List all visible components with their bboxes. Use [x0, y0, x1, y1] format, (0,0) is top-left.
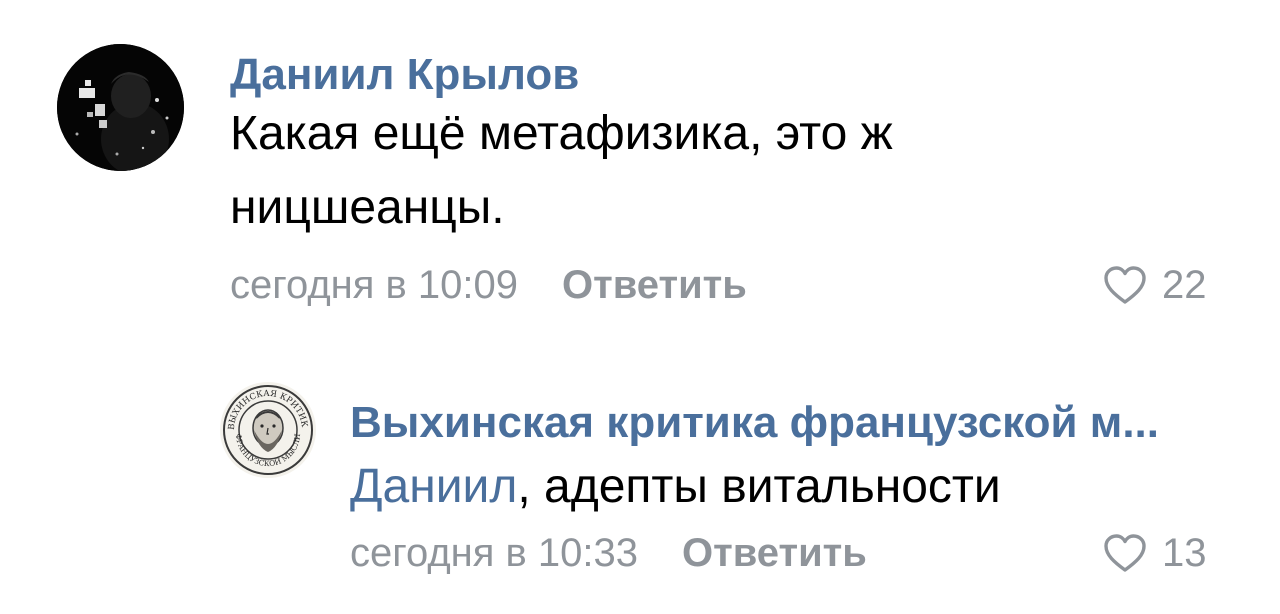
- like-count: 22: [1162, 262, 1207, 307]
- comment-text-body: , адепты витальности: [517, 460, 1001, 513]
- community-logo-seal: ВЫХИНСКАЯ КРИТИКА ФРАНЦУЗСКОЙ МЫСЛИ: [220, 382, 315, 477]
- avatar[interactable]: [57, 44, 184, 171]
- like-count: 13: [1162, 530, 1207, 575]
- avatar[interactable]: ВЫХИНСКАЯ КРИТИКА ФРАНЦУЗСКОЙ МЫСЛИ: [220, 382, 316, 478]
- comment-text: Какая ещё метафизика, это ж ницшеанцы.: [230, 107, 893, 234]
- comment-author[interactable]: Выхинская критика французской м...: [350, 398, 1220, 448]
- heart-outline-icon: [1104, 266, 1146, 304]
- like-button[interactable]: 13: [1102, 528, 1207, 578]
- heart-outline-icon: [1104, 534, 1146, 572]
- comment-author[interactable]: Даниил Крылов: [230, 50, 579, 100]
- reply-button[interactable]: Ответить: [562, 263, 747, 308]
- comment-text: Даниил, адепты витальности: [350, 450, 1230, 524]
- like-button[interactable]: 22: [1102, 260, 1207, 310]
- user-avatar-photo: [57, 44, 184, 171]
- comment-timestamp: сегодня в 10:09: [230, 262, 518, 307]
- comment-meta: сегодня в 10:33 Ответить: [350, 528, 867, 578]
- mention-link[interactable]: Даниил: [350, 460, 517, 513]
- comment-timestamp: сегодня в 10:33: [350, 530, 638, 575]
- reply-button[interactable]: Ответить: [682, 531, 867, 576]
- comment-meta: сегодня в 10:09 Ответить: [230, 260, 747, 310]
